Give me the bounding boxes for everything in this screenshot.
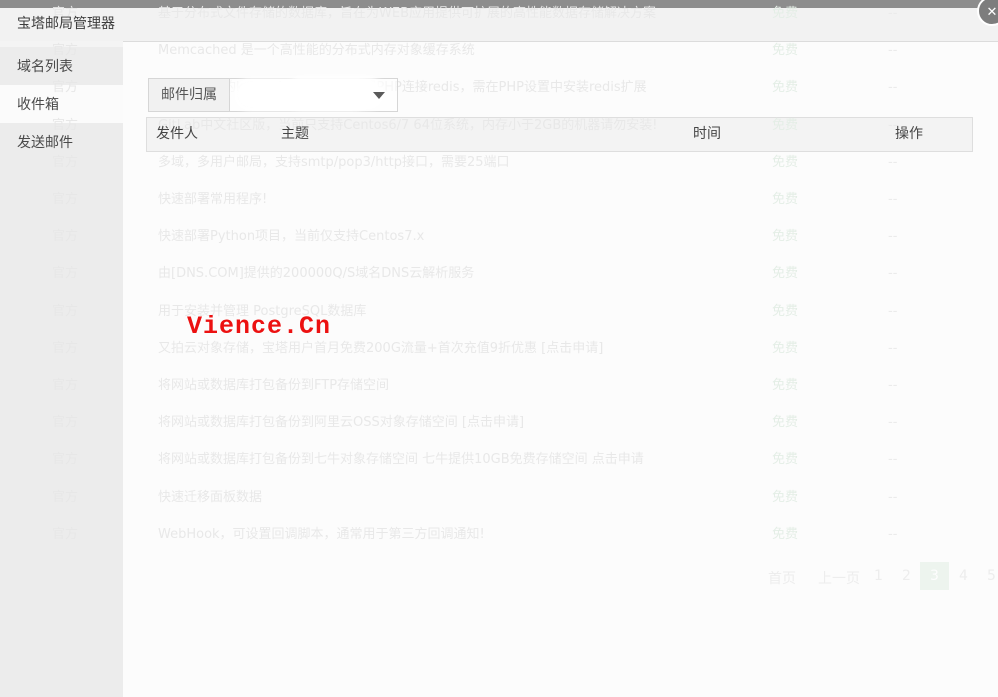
background-description: 又拍云对象存储，宝塔用户首月免费200G流量+首次充值9折优惠 [点击申请] [158, 341, 603, 357]
background-description: 快速迁移面板数据 [158, 490, 262, 506]
background-extra: -- [888, 452, 897, 468]
background-extra: -- [888, 43, 897, 59]
background-description: 由[DNS.COM]提供的200000Q/S域名DNS云解析服务 [158, 266, 474, 282]
background-price: 免费 [772, 452, 798, 468]
background-price: 免费 [772, 43, 798, 59]
background-description: 快速部署Python项目，当前仅支持Centos7.x [158, 229, 424, 245]
sidebar-item-send-mail[interactable]: 发送邮件 [0, 123, 123, 161]
background-software-row: 官方 多域，多用户邮局，支持smtp/pop3/http接口，需要25端口 免费… [0, 155, 998, 171]
mail-table-header [146, 117, 973, 152]
background-description: 将网站或数据库打包备份到FTP存储空间 [158, 378, 389, 394]
background-extra: -- [888, 192, 897, 208]
mail-owner-dropdown[interactable] [230, 79, 397, 111]
background-price: 免费 [772, 490, 798, 506]
column-header-subject: 主题 [281, 117, 309, 152]
top-strip [0, 0, 998, 8]
bt-mail-manager-window: 首页 上一页 1 2 3 4 5 官方 基于分布式文件存储的数据库，旨在为WEB… [0, 0, 998, 697]
column-header-time: 时间 [693, 117, 721, 152]
pagination-page: 2 [902, 568, 911, 584]
sidebar-item-domain-list[interactable]: 域名列表 [0, 47, 123, 85]
background-software-row: 官方 将网站或数据库打包备份到FTP存储空间 免费 -- [0, 378, 998, 394]
pagination-page: 4 [959, 568, 968, 584]
close-icon: ✕ [987, 5, 998, 20]
background-software-row: 官方 将网站或数据库打包备份到七牛对象存储空间 七牛提供10GB免费存储空间 点… [0, 452, 998, 468]
background-extra: -- [888, 415, 897, 431]
sidebar-item-label: 域名列表 [17, 59, 73, 75]
background-price: 免费 [772, 527, 798, 543]
pagination-page: 1 [874, 568, 883, 584]
background-description: 快速部署常用程序! [158, 192, 267, 208]
column-header-action: 操作 [895, 117, 923, 152]
background-software-row: 官方 Memcached 是一个高性能的分布式内存对象缓存系统 免费 -- [0, 43, 998, 59]
background-software-row: 官方 将网站或数据库打包备份到阿里云OSS对象存储空间 [点击申请] 免费 -- [0, 415, 998, 431]
background-extra: -- [888, 229, 897, 245]
watermark: Vience.Cn [187, 312, 331, 341]
background-description: Memcached 是一个高性能的分布式内存对象缓存系统 [158, 43, 475, 59]
sidebar-item-label: 发送邮件 [17, 135, 73, 151]
pagination-page: 5 [987, 568, 996, 584]
modal-header-band [0, 8, 998, 42]
background-software-row: 官方 快速部署Python项目，当前仅支持Centos7.x 免费 -- [0, 229, 998, 245]
background-price: 免费 [772, 378, 798, 394]
background-extra: -- [888, 155, 897, 171]
background-price: 免费 [772, 192, 798, 208]
pagination-page-active: 3 [920, 562, 949, 590]
background-software-row: 官方 又拍云对象存储，宝塔用户首月免费200G流量+首次充值9折优惠 [点击申请… [0, 341, 998, 357]
pagination-prev: 上一页 [818, 568, 860, 588]
background-software-row: 官方 快速部署常用程序! 免费 -- [0, 192, 998, 208]
background-software-row: 官方 快速迁移面板数据 免费 -- [0, 490, 998, 506]
background-description: WebHook，可设置回调脚本，通常用于第三方回调通知! [158, 527, 485, 543]
page-title: 宝塔邮局管理器 [17, 8, 115, 41]
background-extra: -- [888, 341, 897, 357]
background-extra: -- [888, 304, 897, 320]
background-price: 免费 [772, 80, 798, 96]
background-description: 将网站或数据库打包备份到七牛对象存储空间 七牛提供10GB免费存储空间 点击申请 [158, 452, 644, 468]
background-description: 将网站或数据库打包备份到阿里云OSS对象存储空间 [点击申请] [158, 415, 524, 431]
background-price: 免费 [772, 341, 798, 357]
background-software-row: 官方 用于安装并管理 PostgreSQL数据库 免费 -- [0, 304, 998, 320]
background-price: 免费 [772, 155, 798, 171]
background-price: 免费 [772, 304, 798, 320]
caret-down-icon [373, 92, 385, 99]
background-price: 免费 [772, 229, 798, 245]
background-extra: -- [888, 80, 897, 96]
pagination-first: 首页 [768, 568, 796, 588]
background-extra: -- [888, 266, 897, 282]
background-price: 免费 [772, 415, 798, 431]
background-extra: -- [888, 490, 897, 506]
background-price: 免费 [772, 266, 798, 282]
column-header-sender: 发件人 [156, 117, 198, 152]
sidebar-item-label: 收件箱 [17, 97, 59, 113]
background-description: 多域，多用户邮局，支持smtp/pop3/http接口，需要25端口 [158, 155, 510, 171]
mail-owner-label: 邮件归属 [149, 79, 230, 111]
censored-value-blur [290, 80, 380, 106]
sidebar-item-inbox[interactable]: 收件箱 [0, 85, 123, 123]
background-extra: -- [888, 378, 897, 394]
background-extra: -- [888, 527, 897, 543]
background-software-row: 官方 WebHook，可设置回调脚本，通常用于第三方回调通知! 免费 -- [0, 527, 998, 543]
mail-owner-control: 邮件归属 [148, 78, 398, 112]
background-software-row: 官方 由[DNS.COM]提供的200000Q/S域名DNS云解析服务 免费 -… [0, 266, 998, 282]
